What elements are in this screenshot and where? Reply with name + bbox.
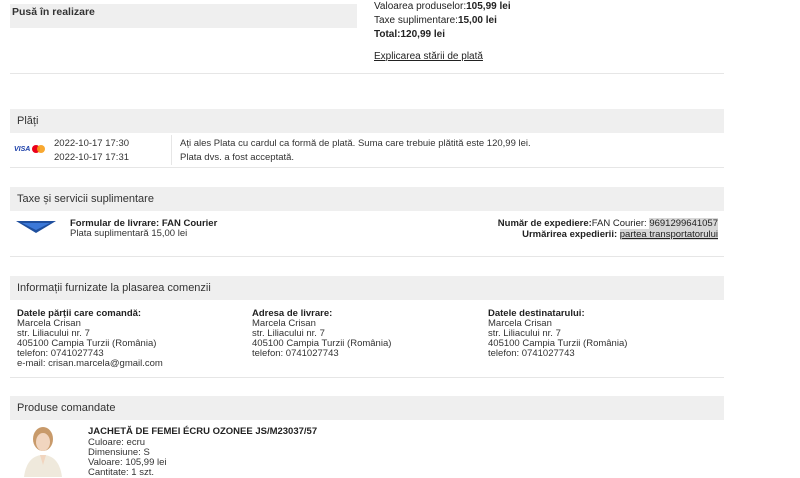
- shipment-carrier: FAN Courier:: [591, 218, 647, 229]
- order-status-label: Pusă în realizare: [12, 6, 95, 18]
- column-divider: [171, 135, 172, 165]
- fees-label: Taxe suplimentare:: [374, 15, 458, 26]
- column-line: telefon: 0741027743: [252, 348, 339, 359]
- total-value: 120,99 lei: [400, 29, 445, 40]
- column-line: e-mail: crisan.marcela@gmail.com: [17, 358, 163, 369]
- tracking-link[interactable]: partea transportatorului: [619, 229, 718, 240]
- visa-icon: VISA: [14, 145, 31, 153]
- payment-summary: Valoarea produselor:105,99 lei Taxe supl…: [374, 0, 511, 64]
- payments-section-header: Plăți: [10, 109, 724, 133]
- products-section-header: Produse comandate: [10, 396, 724, 420]
- products-value-label: Valoarea produselor:: [374, 1, 467, 12]
- products-value: 105,99 lei: [466, 1, 511, 12]
- shipment-number[interactable]: 9691299641057: [649, 218, 718, 229]
- divider: [10, 377, 724, 378]
- fan-courier-logo-icon: [16, 221, 56, 233]
- product-image-icon[interactable]: [20, 425, 66, 477]
- product-name[interactable]: JACHETĂ DE FEMEI ÉCRU OZONEE JS/M23037/5…: [88, 426, 317, 438]
- fees-section-header: Taxe și servicii suplimentare: [10, 187, 724, 211]
- products-title: Produse comandate: [17, 402, 116, 414]
- product-value: Valoare: 105,99 lei: [88, 456, 167, 468]
- order-info-section-header: Informații furnizate la plasarea comenzi…: [10, 276, 724, 300]
- payment-datetime-2: 2022-10-17 17:31: [54, 152, 130, 163]
- card-logo: VISA: [14, 145, 46, 153]
- payments-title: Plăți: [17, 115, 39, 127]
- payment-text-1: Ați ales Plata cu cardul ca formă de pla…: [180, 138, 531, 149]
- product-item: JACHETĂ DE FEMEI ÉCRU OZONEE JS/M23037/5…: [88, 426, 317, 478]
- delivery-address-column: Adresa de livrare: Marcela Crisan str. L…: [252, 308, 391, 359]
- payment-datetime-1: 2022-10-17 17:30: [54, 138, 130, 149]
- shipment-label: Număr de expediere:: [497, 218, 592, 229]
- order-info-title: Informații furnizate la plasarea comenzi…: [17, 282, 211, 294]
- shipment-info: Număr de expediere:FAN Courier: 96912996…: [498, 218, 718, 240]
- tracking-label: Urmărirea expedierii:: [522, 229, 618, 240]
- divider: [10, 73, 724, 74]
- payment-status-explain-link[interactable]: Explicarea stării de plată: [374, 51, 483, 62]
- payment-text-2: Plata dvs. a fost acceptată.: [180, 152, 295, 163]
- divider: [10, 167, 724, 168]
- mastercard-icon: [32, 145, 46, 153]
- fees-title: Taxe și servicii suplimentare: [17, 193, 154, 205]
- divider: [10, 256, 724, 257]
- total-label: Total:: [374, 29, 401, 40]
- delivery-info: Formular de livrare: FAN Courier Plata s…: [70, 218, 217, 239]
- product-quantity: Cantitate: 1 szt.: [88, 466, 155, 478]
- column-line: telefon: 0741027743: [488, 348, 575, 359]
- product-size: Dimensiune: S: [88, 446, 150, 458]
- product-color: Culoare: ecru: [88, 436, 146, 448]
- ordering-party-column: Datele părții care comandă: Marcela Cris…: [17, 308, 163, 369]
- recipient-column: Datele destinatarului: Marcela Crisan st…: [488, 308, 627, 359]
- fees-value: 15,00 lei: [457, 15, 497, 26]
- delivery-fee: Plata suplimentară 15,00 lei: [70, 228, 188, 239]
